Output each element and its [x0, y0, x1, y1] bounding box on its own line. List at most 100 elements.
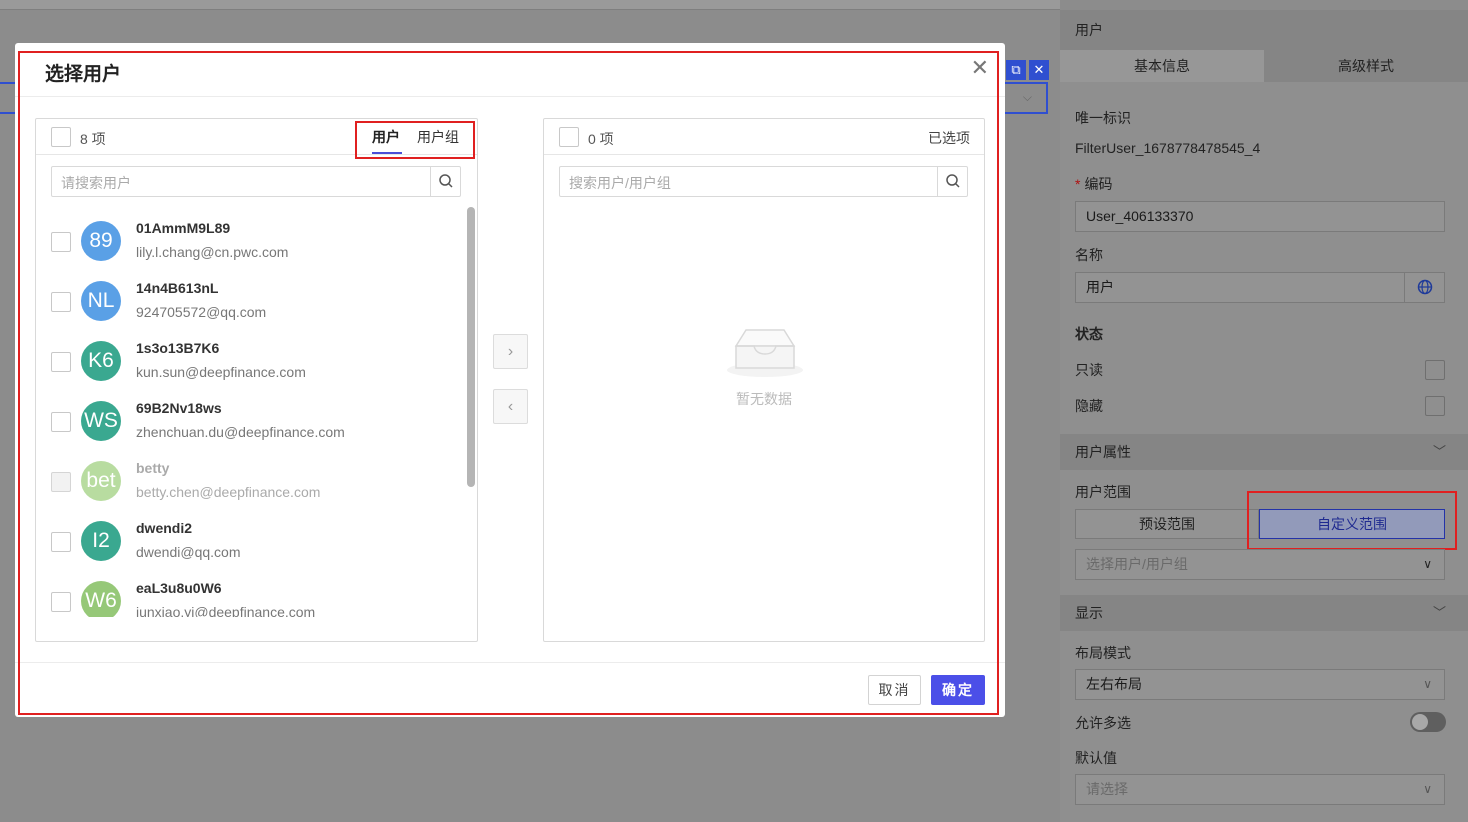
close-icon[interactable]: ✕: [971, 57, 989, 79]
user-email: junxiao.yi@deepfinance.com: [136, 604, 316, 617]
chevron-down-icon: ﹀: [1432, 444, 1446, 459]
name-input[interactable]: 用户: [1075, 272, 1445, 303]
user-checkbox[interactable]: [51, 292, 71, 312]
readonly-checkbox[interactable]: [1425, 360, 1445, 380]
highlight-custom-range: [1247, 491, 1457, 550]
default-value-placeholder: 请选择: [1086, 781, 1128, 797]
list-item[interactable]: K6 1s3o13B7K6 kun.sun@deepfinance.com: [36, 327, 466, 387]
selected-list-header: 0 项 已选项: [544, 119, 984, 155]
user-checkbox[interactable]: [51, 412, 71, 432]
select-user-modal: 选择用户 ✕ 8 项 用户 用户组 请搜索用户 89 01AmmM9L89 lily…: [15, 43, 1005, 717]
globe-icon[interactable]: [1404, 273, 1444, 302]
user-attr-section-header[interactable]: 用户属性 ﹀: [1060, 434, 1468, 470]
copy-icon: ⧉: [1006, 60, 1026, 80]
avatar: 89: [81, 221, 121, 261]
user-name: 01AmmM9L89: [136, 220, 231, 236]
layout-select[interactable]: 左右布局 ∨: [1075, 669, 1445, 700]
user-checkbox[interactable]: [51, 532, 71, 552]
code-input[interactable]: User_406133370: [1075, 201, 1445, 232]
selected-search-box[interactable]: 搜索用户/用户组: [559, 166, 968, 197]
user-list: 89 01AmmM9L89 lily.l.chang@cn.pwc.com NL 14n…: [36, 207, 466, 617]
tab-basic-info[interactable]: 基本信息: [1060, 50, 1264, 82]
code-label-text: 编码: [1084, 176, 1113, 192]
list-item[interactable]: W6 eaL3u8u0W6 junxiao.yi@deepfinance.com: [36, 567, 466, 617]
code-label: * 编码: [1075, 174, 1112, 194]
chevron-down-icon: ﹀: [1432, 605, 1446, 620]
avatar: I2: [81, 521, 121, 561]
hidden-label: 隐藏: [1075, 398, 1103, 414]
source-list-pane: 8 项 用户 用户组 请搜索用户 89 01AmmM9L89 lily.l.chan…: [35, 118, 478, 642]
multi-select-label: 允许多选: [1075, 715, 1131, 731]
highlight-tabs: [355, 121, 475, 159]
top-toolbar: [0, 0, 1060, 10]
user-email: dwendi@qq.com: [136, 544, 241, 560]
list-item[interactable]: WS 69B2Nv18ws zhenchuan.du@deepfinance.com: [36, 387, 466, 447]
empty-inbox-icon: [727, 329, 803, 377]
avatar: WS: [81, 401, 121, 441]
user-name: dwendi2: [136, 520, 193, 536]
selected-list-pane: 0 项 已选项 搜索用户/用户组 暂无数据: [543, 118, 985, 642]
divider: [15, 662, 1005, 663]
ok-button[interactable]: 确定: [931, 675, 985, 705]
modal-title: 选择用户: [45, 64, 122, 85]
search-icon[interactable]: [430, 167, 460, 196]
select-users-dropdown[interactable]: 选择用户/用户组 ∨: [1075, 549, 1445, 580]
tab-advanced-style[interactable]: 高级样式: [1264, 50, 1468, 82]
unique-id-value: FilterUser_1678778478545_4: [1075, 140, 1261, 156]
layout-select-value: 左右布局: [1086, 676, 1142, 692]
list-item[interactable]: NL 14n4B613nL 924705572@qq.com: [36, 267, 466, 327]
chevron-down-icon: ⌵: [1022, 90, 1032, 104]
user-checkbox[interactable]: [51, 232, 71, 252]
item-count: 8 项: [80, 131, 106, 147]
user-search-box[interactable]: 请搜索用户: [51, 166, 461, 197]
required-mark: *: [1075, 176, 1081, 192]
multi-select-toggle[interactable]: [1410, 712, 1446, 732]
readonly-label: 只读: [1075, 362, 1103, 378]
list-item[interactable]: 89 01AmmM9L89 lily.l.chang@cn.pwc.com: [36, 207, 466, 267]
user-name: betty: [136, 460, 170, 476]
chevron-down-icon: ∨: [1423, 557, 1432, 571]
selected-title: 已选项: [928, 130, 970, 146]
panel-tabs: 基本信息 高级样式: [1060, 50, 1468, 82]
selected-search-placeholder: 搜索用户/用户组: [569, 175, 671, 191]
select-all-selected-checkbox[interactable]: [559, 127, 579, 147]
divider: [15, 96, 1005, 97]
move-left-button[interactable]: ‹: [493, 389, 528, 424]
range-preset-button[interactable]: 预设范围: [1075, 509, 1259, 539]
display-section-header[interactable]: 显示 ﹀: [1060, 595, 1468, 631]
user-attr-section-title: 用户属性: [1075, 444, 1131, 460]
panel-title: 用户: [1060, 10, 1468, 50]
avatar: K6: [81, 341, 121, 381]
user-name: eaL3u8u0W6: [136, 580, 222, 596]
avatar: NL: [81, 281, 121, 321]
user-range-label: 用户范围: [1075, 484, 1131, 500]
list-item: bet betty betty.chen@deepfinance.com: [36, 447, 466, 507]
list-item[interactable]: I2 dwendi2 dwendi@qq.com: [36, 507, 466, 567]
display-section-title: 显示: [1075, 605, 1103, 621]
user-email: lily.l.chang@cn.pwc.com: [136, 244, 289, 260]
cancel-button[interactable]: 取消: [868, 675, 921, 705]
hidden-checkbox[interactable]: [1425, 396, 1445, 416]
select-users-placeholder: 选择用户/用户组: [1086, 556, 1188, 572]
user-email: zhenchuan.du@deepfinance.com: [136, 424, 345, 440]
select-all-checkbox[interactable]: [51, 127, 71, 147]
scrollbar[interactable]: [467, 207, 475, 487]
unique-id-label: 唯一标识: [1075, 110, 1131, 126]
user-email: betty.chen@deepfinance.com: [136, 484, 321, 500]
user-name: 1s3o13B7K6: [136, 340, 220, 356]
name-input-value: 用户: [1086, 279, 1114, 295]
move-right-button[interactable]: ›: [493, 334, 528, 369]
search-icon[interactable]: [937, 167, 967, 196]
user-checkbox[interactable]: [51, 352, 71, 372]
avatar: bet: [81, 461, 121, 501]
default-value-select[interactable]: 请选择 ∨: [1075, 774, 1445, 805]
default-value-label: 默认值: [1075, 750, 1117, 766]
chevron-down-icon: ∨: [1423, 677, 1432, 691]
empty-text: 暂无数据: [736, 391, 792, 407]
user-checkbox: [51, 472, 71, 492]
selected-count: 0 项: [588, 131, 614, 147]
user-checkbox[interactable]: [51, 592, 71, 612]
name-label: 名称: [1075, 247, 1103, 263]
user-name: 14n4B613nL: [136, 280, 219, 296]
layout-label: 布局模式: [1075, 645, 1131, 661]
